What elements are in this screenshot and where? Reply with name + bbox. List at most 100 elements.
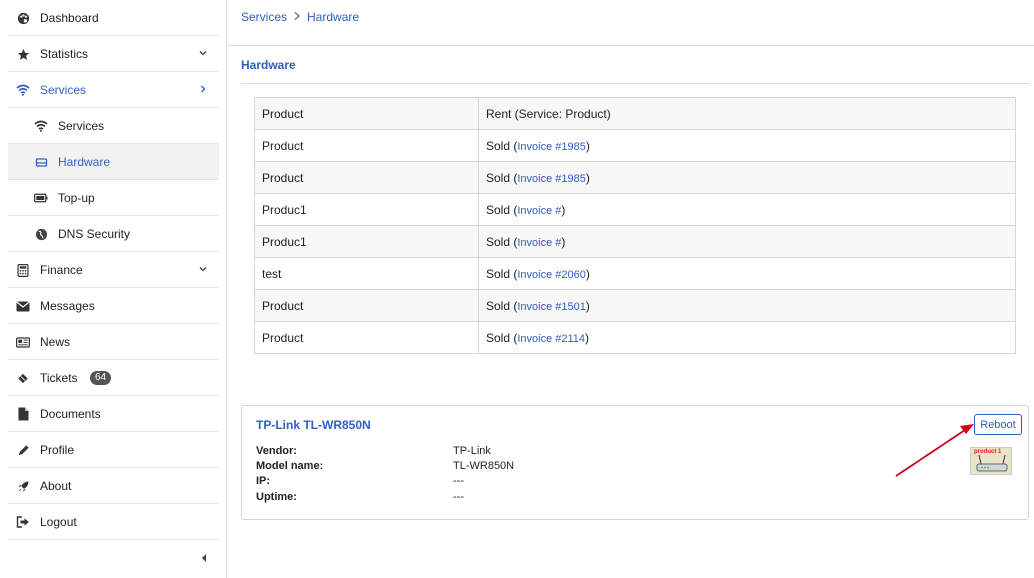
sidebar-item-services-sub[interactable]: Services — [8, 108, 219, 144]
logout-icon — [16, 515, 30, 529]
table-row: Produc1 Sold (Invoice #) — [254, 193, 1016, 226]
chevron-right-icon — [197, 83, 209, 95]
sidebar-item-label: Hardware — [58, 155, 111, 169]
newspaper-icon — [16, 335, 30, 349]
sidebar-item-dashboard[interactable]: Dashboard — [8, 0, 219, 36]
sidebar-item-profile[interactable]: Profile — [8, 432, 219, 468]
status-close: ) — [585, 298, 590, 313]
status-close: ) — [585, 170, 590, 185]
spec-label: Model name: — [256, 460, 324, 472]
breadcrumb-current[interactable]: Hardware — [307, 10, 359, 24]
status-text: Sold ( — [486, 330, 518, 345]
chevron-down-icon — [197, 47, 209, 59]
globe-icon — [34, 227, 48, 241]
sidebar-item-logout[interactable]: Logout — [8, 504, 219, 540]
table-row: Product Sold (Invoice #1501) — [254, 289, 1016, 322]
spec-value: --- — [453, 475, 464, 487]
invoice-link[interactable]: Invoice #1985 — [517, 141, 586, 153]
status-cell: Sold (Invoice #1501) — [478, 289, 1016, 322]
star-icon — [16, 47, 30, 61]
breadcrumb-services-link[interactable]: Services — [241, 10, 287, 24]
spec-label: Vendor: — [256, 445, 297, 457]
palette-icon — [16, 11, 30, 25]
sidebar-item-label: DNS Security — [58, 227, 131, 241]
section-title: Hardware — [241, 58, 296, 72]
invoice-link[interactable]: Invoice #2114 — [517, 333, 585, 345]
product-cell: Product — [254, 97, 479, 130]
invoice-link[interactable]: Invoice # — [517, 205, 561, 217]
status-close: ) — [561, 234, 566, 249]
invoice-link[interactable]: Invoice #1985 — [517, 173, 586, 185]
spec-label: IP: — [256, 475, 271, 487]
status-cell: Sold (Invoice #1985) — [478, 129, 1016, 162]
tickets-count-badge: 64 — [90, 371, 112, 385]
sidebar-item-news[interactable]: News — [8, 324, 219, 360]
status-text: Sold ( — [486, 298, 518, 313]
file-icon — [16, 407, 30, 421]
pencil-icon — [16, 443, 30, 457]
sidebar-item-label: Services — [58, 119, 105, 133]
status-cell: Sold (Invoice #2114) — [478, 321, 1016, 354]
sidebar-item-label: About — [40, 479, 72, 493]
chevron-down-icon — [197, 263, 209, 275]
product-cell: Product — [254, 321, 479, 354]
status-close: ) — [585, 138, 590, 153]
invoice-link[interactable]: Invoice # — [517, 237, 561, 249]
invoice-link[interactable]: Invoice #2060 — [517, 269, 586, 281]
invoice-link[interactable]: Invoice #1501 — [517, 301, 586, 313]
status-cell: Sold (Invoice #) — [478, 225, 1016, 258]
product-cell: Produc1 — [254, 193, 479, 226]
spec-label: Uptime: — [256, 491, 297, 503]
wifi-icon — [16, 83, 30, 97]
sidebar-item-finance[interactable]: Finance — [8, 252, 219, 288]
sidebar-item-dns-security[interactable]: DNS Security — [8, 216, 219, 252]
sidebar-item-label: Services — [40, 83, 87, 97]
status-text: Sold ( — [486, 138, 518, 153]
spec-value: TP-Link — [453, 445, 491, 457]
rocket-icon — [16, 479, 30, 493]
sidebar-item-about[interactable]: About — [8, 468, 219, 504]
sidebar: Dashboard Statistics Services Services H… — [0, 0, 227, 578]
envelope-icon — [16, 299, 30, 313]
sidebar-item-tickets[interactable]: Tickets 64 — [8, 360, 219, 396]
table-row: Product Sold (Invoice #1985) — [254, 129, 1016, 162]
status-cell: Rent (Service: Product) — [478, 97, 1016, 130]
product-cell: Product — [254, 129, 479, 162]
sidebar-item-label: Finance — [40, 263, 83, 277]
sidebar-item-label: Messages — [40, 299, 95, 313]
status-close: ) — [585, 266, 590, 281]
hardware-table: Product Rent (Service: Product) Product Sol… — [254, 97, 1016, 354]
table-row: Product Rent (Service: Product) — [254, 97, 1016, 130]
sidebar-item-label: Top-up — [58, 191, 95, 205]
sidebar-item-messages[interactable]: Messages — [8, 288, 219, 324]
status-cell: Sold (Invoice #2060) — [478, 257, 1016, 290]
device-title[interactable]: TP-Link TL-WR850N — [256, 418, 371, 432]
sidebar-item-topup[interactable]: Top-up — [8, 180, 219, 216]
product-cell: Product — [254, 289, 479, 322]
sidebar-item-statistics[interactable]: Statistics — [8, 36, 219, 72]
reboot-button[interactable]: Reboot — [974, 414, 1022, 435]
sidebar-item-label: News — [40, 335, 71, 349]
product-cell: Produc1 — [254, 225, 479, 258]
table-row: Product Sold (Invoice #1985) — [254, 161, 1016, 194]
sidebar-item-label: Logout — [40, 515, 77, 529]
sidebar-item-documents[interactable]: Documents — [8, 396, 219, 432]
sidebar-item-services[interactable]: Services — [8, 72, 219, 108]
ticket-icon — [16, 371, 30, 385]
status-close: ) — [585, 330, 590, 345]
battery-icon — [34, 191, 48, 205]
annotation-arrow-icon — [895, 424, 974, 477]
calculator-icon — [16, 263, 30, 277]
sidebar-item-hardware[interactable]: Hardware — [8, 144, 219, 180]
status-cell: Sold (Invoice #) — [478, 193, 1016, 226]
status-text: Sold ( — [486, 170, 518, 185]
router-icon — [34, 155, 48, 169]
table-row: Product Sold (Invoice #2114) — [254, 321, 1016, 354]
status-text: Sold ( — [486, 202, 518, 217]
collapse-sidebar-icon[interactable] — [200, 552, 208, 562]
sidebar-item-label: Dashboard — [40, 11, 99, 25]
sidebar-item-label: Tickets — [40, 371, 78, 385]
section-divider — [241, 83, 1030, 84]
breadcrumb-separator-icon — [293, 10, 301, 24]
breadcrumb: Services Hardware — [241, 10, 359, 24]
